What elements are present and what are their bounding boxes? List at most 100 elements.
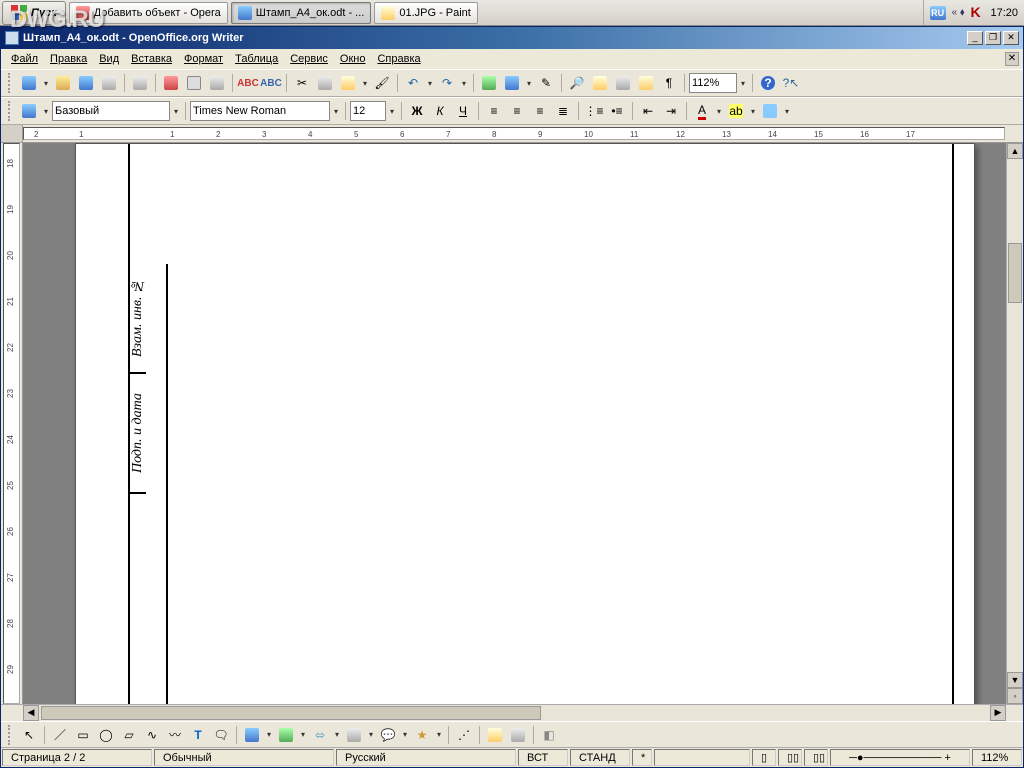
horizontal-ruler[interactable]: 2 1 1 2 3 4 5 6 7 8 9 10 11 12 13 14 15 … [1,125,1023,143]
redo-button[interactable]: ↷ [436,72,458,94]
ellipse-tool[interactable]: ◯ [95,724,117,746]
decrease-indent-button[interactable]: ⇤ [637,100,659,122]
save-button[interactable] [75,72,97,94]
vertical-scrollbar[interactable]: ▲ ▼ ◦ [1006,143,1023,704]
menu-window[interactable]: Окно [334,51,372,67]
from-file-button[interactable] [507,724,529,746]
stars-button[interactable]: ★ [411,724,433,746]
font-name-combo[interactable] [190,101,330,121]
nav-object-button[interactable]: ◦ [1007,688,1023,704]
document-viewport[interactable]: Взам. инв. № Подп. и дата Инв. № подл. И… [23,143,1023,704]
menu-file[interactable]: Файл [5,51,44,67]
select-tool[interactable]: ↖ [18,724,40,746]
text-tool[interactable]: T [187,724,209,746]
status-page[interactable]: Страница 2 / 2 [2,749,152,766]
copy-button[interactable] [314,72,336,94]
menu-view[interactable]: Вид [93,51,125,67]
autospell-button[interactable]: ABC [260,72,282,94]
horizontal-scrollbar[interactable]: ◀ ▶ [23,705,1006,721]
align-right-button[interactable]: ≡ [529,100,551,122]
datasources-button[interactable] [635,72,657,94]
redo-dropdown[interactable]: ▾ [459,72,469,94]
polygon-tool[interactable]: ▱ [118,724,140,746]
font-size-combo[interactable] [350,101,386,121]
new-button[interactable] [18,72,40,94]
highlight-dropdown[interactable]: ▾ [748,100,758,122]
hyperlink-button[interactable] [478,72,500,94]
language-indicator[interactable]: RU [930,6,946,20]
print-preview-button[interactable] [206,72,228,94]
toolbar-handle[interactable] [8,725,14,745]
rect-tool[interactable]: ▭ [72,724,94,746]
align-center-button[interactable]: ≡ [506,100,528,122]
menu-help[interactable]: Справка [371,51,426,67]
taskbar-app-opera[interactable]: Добавить объект - Opera [69,2,228,24]
format-paintbrush-button[interactable]: 🖌 [371,72,393,94]
status-language[interactable]: Русский [336,749,516,766]
taskbar-app-writer[interactable]: Штамп_A4_ок.odt - ... [231,2,372,24]
font-color-button[interactable]: A [691,100,713,122]
status-view-multi[interactable]: ▯▯ [778,749,802,766]
whatsthis-button[interactable]: ?↖ [780,72,802,94]
toolbar-handle[interactable] [8,73,14,93]
scroll-thumb-v[interactable] [1008,243,1022,303]
toolbar-handle[interactable] [8,101,14,121]
start-button[interactable]: Пуск [2,1,66,25]
bullets-button[interactable]: •≡ [606,100,628,122]
status-selection-mode[interactable]: СТАНД [570,749,630,766]
menu-table[interactable]: Таблица [229,51,284,67]
undo-button[interactable]: ↶ [402,72,424,94]
taskbar-app-paint[interactable]: 01.JPG - Paint [374,2,478,24]
bold-button[interactable]: Ж [406,100,428,122]
export-pdf-button[interactable] [160,72,182,94]
menu-insert[interactable]: Вставка [125,51,178,67]
symbol-shapes-button[interactable] [275,724,297,746]
nonprint-chars-button[interactable]: ¶ [658,72,680,94]
minimize-button[interactable]: _ [967,31,983,45]
font-color-dropdown[interactable]: ▾ [714,100,724,122]
styles-button[interactable] [18,100,40,122]
numbering-button[interactable]: ⋮≡ [583,100,605,122]
increase-indent-button[interactable]: ⇥ [660,100,682,122]
help-button[interactable]: ? [757,72,779,94]
status-insert-mode[interactable]: ВСТ [518,749,568,766]
zoom-combo[interactable] [689,73,737,93]
restore-button[interactable]: ❐ [985,31,1001,45]
basic-shapes-button[interactable] [241,724,263,746]
insert-table-button[interactable] [501,72,523,94]
align-justify-button[interactable]: ≣ [552,100,574,122]
doc-close-button[interactable]: ✕ [1005,52,1019,66]
italic-button[interactable]: К [429,100,451,122]
status-view-single[interactable]: ▯ [752,749,776,766]
status-view-book[interactable]: ▯▯ [804,749,828,766]
status-style[interactable]: Обычный [154,749,334,766]
line-tool[interactable]: ／ [49,724,71,746]
freeform-tool[interactable]: 〰 [164,724,186,746]
scroll-up-button[interactable]: ▲ [1007,143,1023,159]
tray-chevrons-icon[interactable]: « ⬧ [952,7,965,18]
table-dropdown[interactable]: ▾ [524,72,534,94]
size-dropdown[interactable]: ▾ [387,100,397,122]
print-button[interactable] [183,72,205,94]
block-arrows-button[interactable]: ⬄ [309,724,331,746]
styles-drop[interactable]: ▾ [41,100,51,122]
underline-button[interactable]: Ч [452,100,474,122]
status-zoom-value[interactable]: 112% [972,749,1022,766]
menu-format[interactable]: Формат [178,51,229,67]
points-button[interactable]: ⋰ [453,724,475,746]
clock[interactable]: 17:20 [990,7,1018,19]
spellcheck-button[interactable]: ABC [237,72,259,94]
menu-tools[interactable]: Сервис [284,51,334,67]
email-button[interactable] [98,72,120,94]
font-dropdown[interactable]: ▾ [331,100,341,122]
paste-button[interactable] [337,72,359,94]
close-button[interactable]: ✕ [1003,31,1019,45]
gallery-button[interactable] [612,72,634,94]
highlight-button[interactable]: ab [725,100,747,122]
find-button[interactable]: 🔎 [566,72,588,94]
undo-dropdown[interactable]: ▾ [425,72,435,94]
paste-dropdown[interactable]: ▾ [360,72,370,94]
edit-doc-button[interactable] [129,72,151,94]
status-zoom-slider[interactable]: ─●────────── + [830,749,970,766]
zoom-dropdown[interactable]: ▾ [738,72,748,94]
